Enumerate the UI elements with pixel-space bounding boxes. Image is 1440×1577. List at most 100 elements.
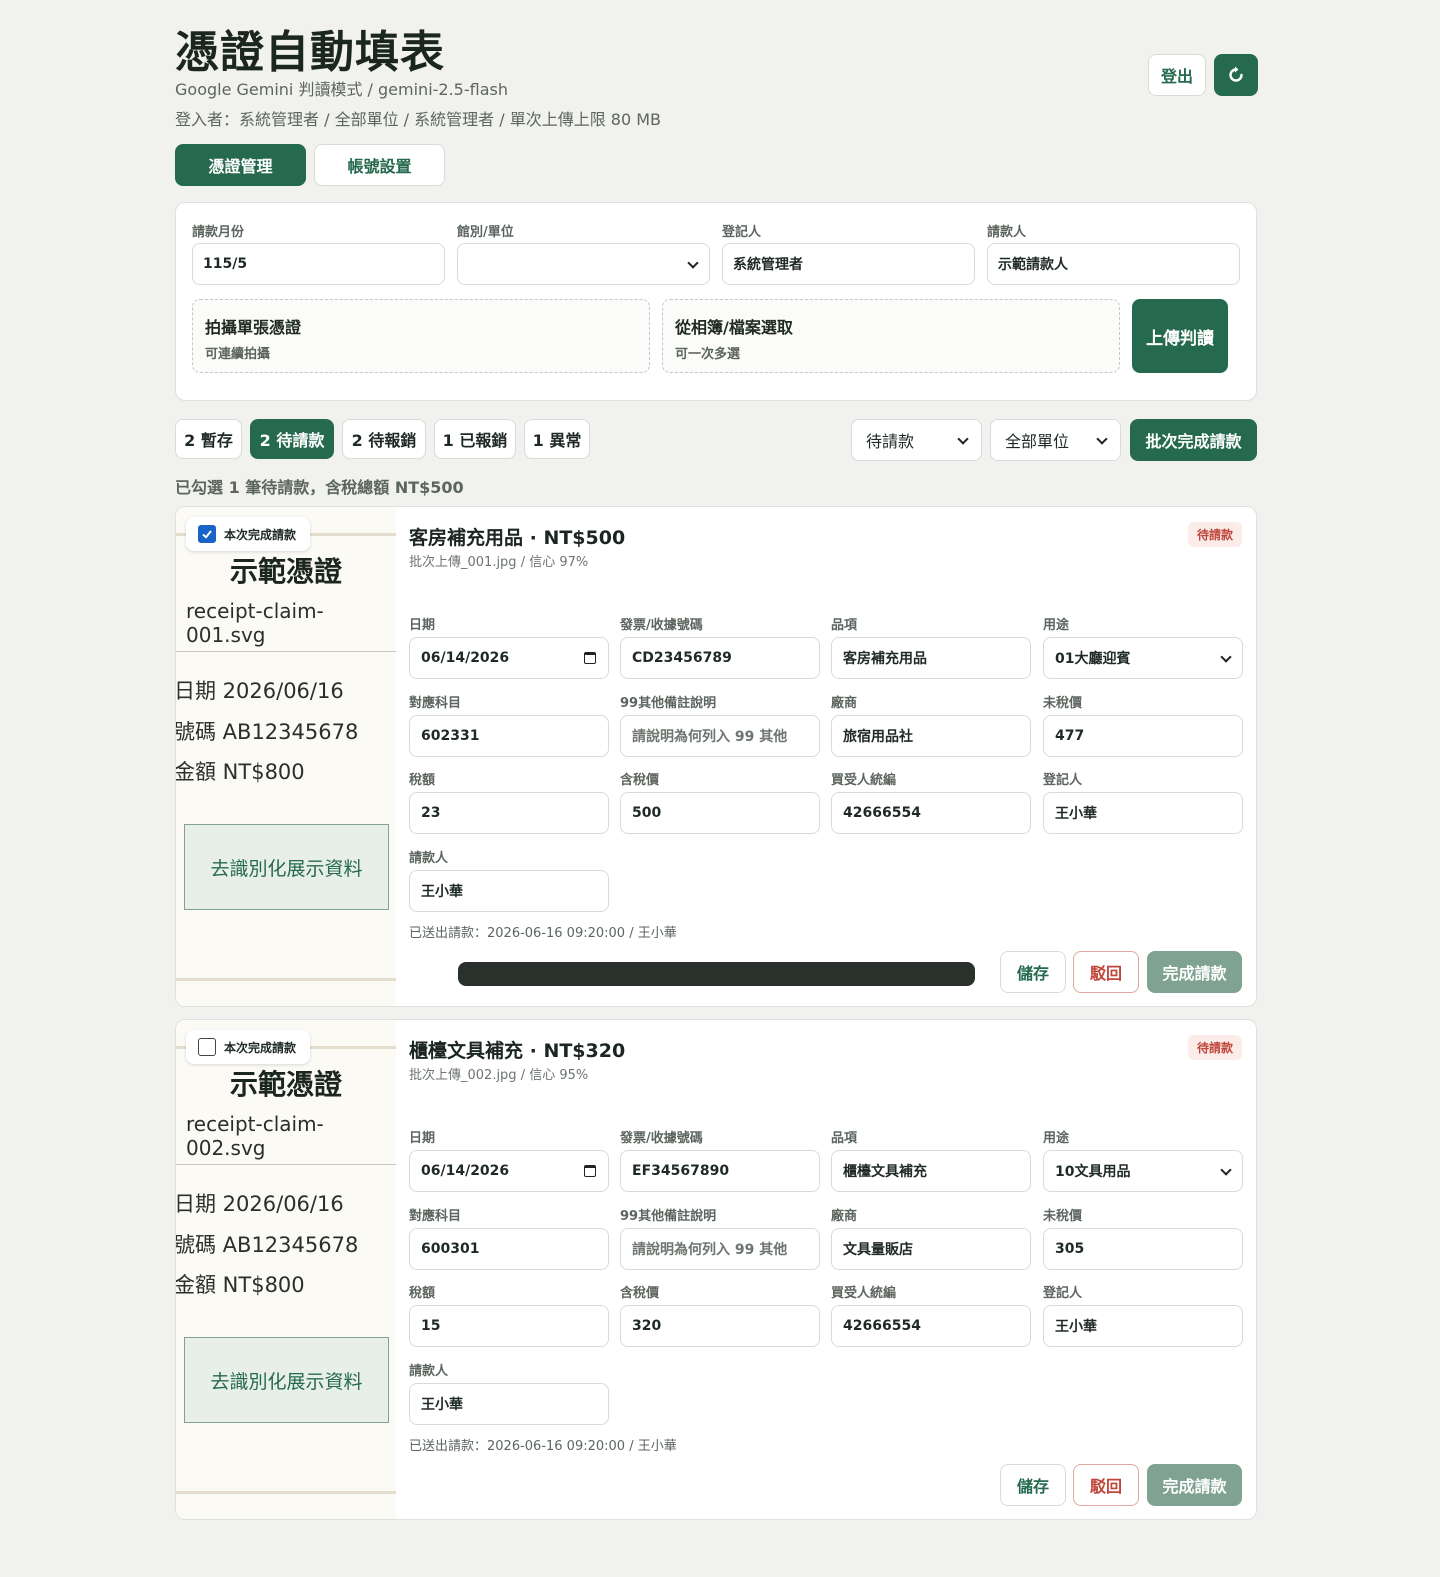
account-label: 對應科目 [409,696,462,711]
logout-button[interactable]: 登出 [1148,54,1206,96]
claimant-label: 請款人 [409,851,449,866]
thumb-rule [176,978,396,981]
total-label: 含稅價 [620,1286,660,1301]
purpose-label: 用途 [1043,618,1070,633]
total-input[interactable]: 320 [620,1305,820,1347]
purpose-select[interactable]: 10文具用品 [1043,1150,1243,1192]
progress-bar [458,962,975,986]
filter-chip-reimbursed[interactable]: 1 已報銷 [434,419,516,459]
complete-claim-checkbox[interactable]: 本次完成請款 [186,1030,310,1064]
thumb-number: 號碼 AB12345678 [176,720,359,744]
tax-label: 稅額 [409,1286,436,1301]
filter-chip-abnormal[interactable]: 1 異常 [524,419,590,459]
thumb-sample-title: 示範憑證 [229,1068,342,1101]
album-dropzone[interactable]: 從相簿/檔案選取 可一次多選 [662,299,1120,373]
registrant-input[interactable]: 系統管理者 [722,243,975,285]
tax-input[interactable]: 15 [409,1305,609,1347]
total-input[interactable]: 500 [620,792,820,834]
filter-chip-draft[interactable]: 2 暫存 [175,419,242,459]
thumb-filename: receipt-claim-002.svg [186,1112,324,1160]
complete-claim-checkbox[interactable]: 本次完成請款 [186,517,310,551]
claimant-input[interactable]: 示範請款人 [987,243,1240,285]
thumb-rule [176,1491,396,1494]
registrant-label: 登記人 [722,225,762,240]
receipt-thumbnail[interactable]: 示範憑證 receipt-claim-002.svg 日期 2026/06/16… [176,1020,396,1519]
tab-receipt-management[interactable]: 憑證管理 [175,144,306,186]
registrant-input[interactable]: 王小華 [1043,792,1243,834]
note99-label: 99其他備註說明 [620,696,717,711]
complete-claim-button[interactable]: 完成請款 [1147,951,1242,993]
item-label: 品項 [831,1131,858,1146]
sent-info: 已送出請款：2026-06-16 09:20:00 / 王小華 [409,926,677,941]
pretax-input[interactable]: 305 [1043,1228,1243,1270]
note99-input[interactable]: 請說明為何列入 99 其他 [620,715,820,757]
buyer-id-input[interactable]: 42666554 [831,792,1031,834]
login-info: 登入者：系統管理者 / 全部單位 / 系統管理者 / 單次上傳上限 80 MB [175,110,662,129]
item-label: 品項 [831,618,858,633]
receipt-card: 示範憑證 receipt-claim-001.svg 日期 2026/06/16… [175,506,1257,1007]
item-input[interactable]: 櫃檯文具補充 [831,1150,1031,1192]
item-input[interactable]: 客房補充用品 [831,637,1031,679]
receipt-thumbnail[interactable]: 示範憑證 receipt-claim-001.svg 日期 2026/06/16… [176,507,396,1006]
vendor-input[interactable]: 旅宿用品社 [831,715,1031,757]
month-input[interactable]: 115/5 [192,243,445,285]
invoice-no-label: 發票/收據號碼 [620,618,703,633]
complete-claim-button[interactable]: 完成請款 [1147,1464,1242,1506]
note99-label: 99其他備註說明 [620,1209,717,1224]
status-select[interactable]: 待請款 [851,419,982,461]
note99-input[interactable]: 請說明為何列入 99 其他 [620,1228,820,1270]
filter-chip-pending-claim[interactable]: 2 待請款 [250,419,334,459]
refresh-button[interactable] [1214,54,1258,96]
unit-select[interactable] [457,243,710,285]
filter-chip-pending-reimburse[interactable]: 2 待報銷 [342,419,426,459]
calendar-icon[interactable] [584,1165,596,1177]
card-meta: 批次上傳_002.jpg / 信心 95% [409,1068,589,1083]
reject-button[interactable]: 駁回 [1073,951,1139,993]
date-label: 日期 [409,618,436,633]
thumb-divider [176,651,396,652]
status-badge: 待請款 [1187,522,1242,547]
thumb-date: 日期 2026/06/16 [176,679,344,703]
pretax-input[interactable]: 477 [1043,715,1243,757]
status-badge: 待請款 [1187,1035,1242,1060]
album-title: 從相簿/檔案選取 [675,318,793,337]
unit-filter-select[interactable]: 全部單位 [990,419,1121,461]
thumb-divider [176,1164,396,1165]
reject-button[interactable]: 駁回 [1073,1464,1139,1506]
card-title: 櫃檯文具補充 · NT$320 [409,1040,626,1062]
purpose-select[interactable]: 01大廳迎賓 [1043,637,1243,679]
purpose-label: 用途 [1043,1131,1070,1146]
buyer-id-label: 買受人統編 [831,1286,897,1301]
card-title: 客房補充用品 · NT$500 [409,527,626,549]
invoice-no-input[interactable]: EF34567890 [620,1150,820,1192]
buyer-id-label: 買受人統編 [831,773,897,788]
account-input[interactable]: 602331 [409,715,609,757]
tax-label: 稅額 [409,773,436,788]
claimant-label: 請款人 [409,1364,449,1379]
vendor-input[interactable]: 文具量販店 [831,1228,1031,1270]
claimant-input[interactable]: 王小華 [409,1383,609,1425]
calendar-icon[interactable] [584,652,596,664]
upload-button[interactable]: 上傳判讀 [1132,299,1228,373]
camera-dropzone[interactable]: 拍攝單張憑證 可連續拍攝 [192,299,650,373]
save-button[interactable]: 儲存 [1000,951,1066,993]
registrant-input[interactable]: 王小華 [1043,1305,1243,1347]
date-label: 日期 [409,1131,436,1146]
thumb-amount: 金額 NT$800 [176,760,305,784]
batch-complete-button[interactable]: 批次完成請款 [1130,419,1257,461]
account-label: 對應科目 [409,1209,462,1224]
invoice-no-input[interactable]: CD23456789 [620,637,820,679]
tab-account-settings[interactable]: 帳號設置 [314,144,445,186]
buyer-id-input[interactable]: 42666554 [831,1305,1031,1347]
tax-input[interactable]: 23 [409,792,609,834]
account-input[interactable]: 600301 [409,1228,609,1270]
camera-title: 拍攝單張憑證 [205,318,302,337]
page-title: 憑證自動填表 [175,27,445,78]
registrant-label: 登記人 [1043,773,1083,788]
save-button[interactable]: 儲存 [1000,1464,1066,1506]
month-label: 請款月份 [192,225,245,240]
claimant-input[interactable]: 王小華 [409,870,609,912]
date-input[interactable]: 06/14/2026 [409,637,609,679]
registrant-label: 登記人 [1043,1286,1083,1301]
date-input[interactable]: 06/14/2026 [409,1150,609,1192]
